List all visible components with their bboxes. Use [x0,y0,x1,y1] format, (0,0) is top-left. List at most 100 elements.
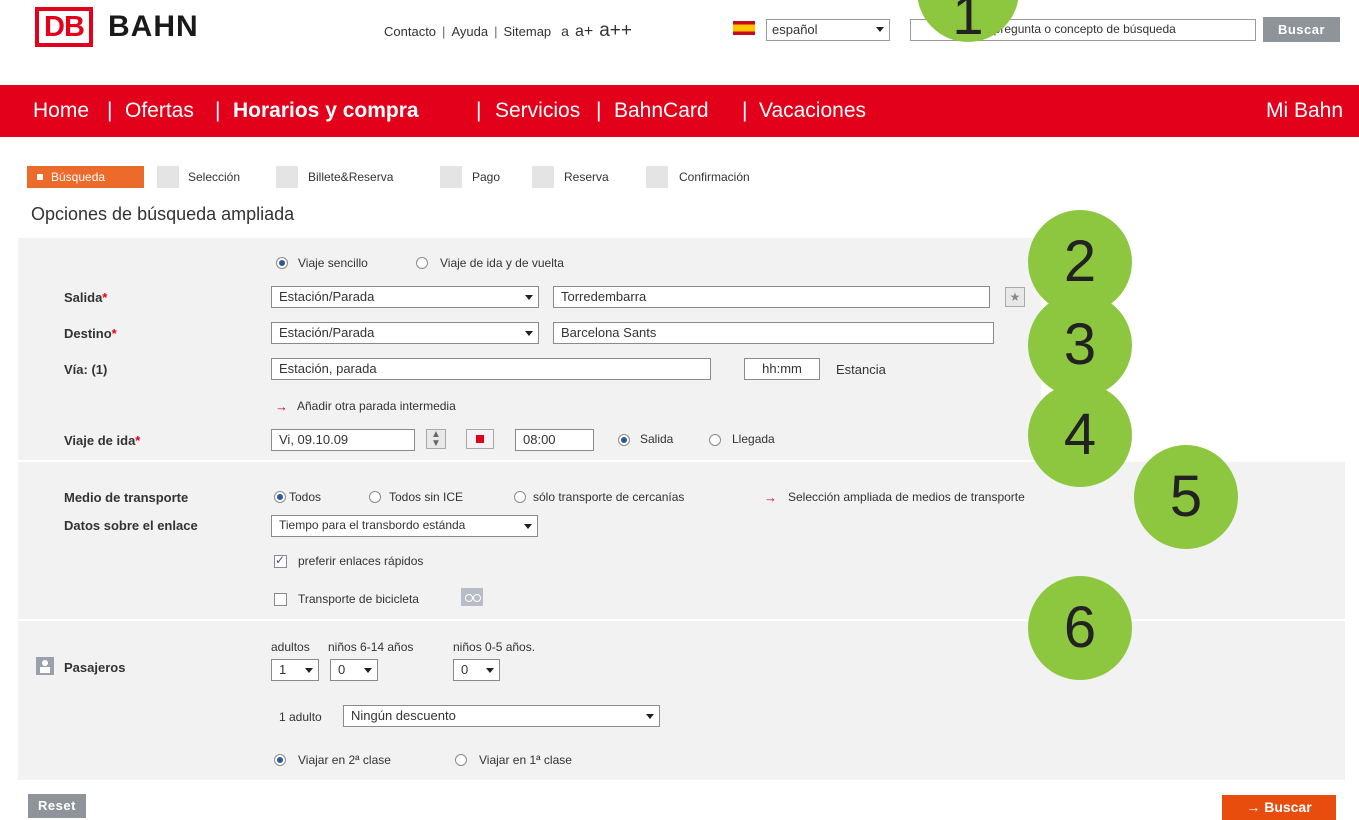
extended-transport-link[interactable]: Selección ampliada de medios de transpor… [788,490,1025,504]
transport-all-label: Todos [289,490,322,504]
round-trip-radio[interactable] [416,257,428,269]
transport-no-ice-label: Todos sin ICE [389,490,464,504]
calendar-icon[interactable] [466,429,494,449]
adult-row-label: 1 adulto [279,710,322,724]
arrow-right-icon: → [764,490,777,505]
via-station-input[interactable]: Estación, parada [271,358,711,380]
sitemap-link[interactable]: Sitemap [503,24,551,39]
nav-vacations[interactable]: Vacaciones [759,99,866,123]
arrival-label: Llegada [732,432,775,446]
passengers-label: Pasajeros [64,660,126,675]
date-input[interactable]: Vi, 09.10.09 [271,429,415,451]
chevron-down-icon [364,668,372,673]
site-search-button[interactable]: Buscar [1263,17,1340,42]
fast-connections-label: preferir enlaces rápidos [298,554,424,568]
step-reservation: Reserva [564,170,609,184]
nav-separator: | [107,99,113,122]
stay-label: Estancia [836,362,886,377]
stay-time-input[interactable]: hh:mm [744,358,820,380]
font-size-small[interactable]: a [561,23,569,39]
step-marker [440,166,462,188]
nav-bahncard[interactable]: BahnCard [614,99,709,123]
transport-all-radio[interactable] [274,491,286,503]
step-payment: Pago [472,170,501,184]
single-trip-radio[interactable] [276,257,288,269]
nav-separator: | [742,99,748,122]
search-button[interactable]: → Buscar [1222,795,1336,820]
adults-select[interactable]: 1 [271,659,319,681]
bahn-logo-text: BAHN [108,10,199,43]
marker-3: 3 [1028,293,1132,397]
font-size-medium[interactable]: a+ [575,23,593,41]
transport-label: Medio de transporte [64,490,189,505]
separator: | [442,24,446,39]
date-stepper-icon[interactable]: ▲ ▼ [426,429,446,449]
spain-flag-icon [733,21,755,35]
chevron-down-icon [524,524,532,529]
help-link[interactable]: Ayuda [451,24,488,39]
step-search: Búsqueda [27,166,144,188]
arrival-radio[interactable] [709,434,721,446]
step-marker [532,166,554,188]
chevron-down-icon [305,668,313,673]
contact-link[interactable]: Contacto [384,24,436,39]
step-marker [646,166,668,188]
step-selection: Selección [188,170,241,184]
chevron-down-icon [876,27,884,32]
chevron-down-icon [525,295,533,300]
from-station-input[interactable]: Torredembarra [553,286,990,308]
nav-home[interactable]: Home [33,99,89,123]
discount-select[interactable]: Ningún descuento [343,705,660,727]
fast-connections-checkbox[interactable] [274,553,287,568]
to-type-select[interactable]: Estación/Parada [271,322,539,344]
language-select[interactable]: español [766,19,890,41]
via-label: Vía: (1) [64,362,108,377]
nav-offers[interactable]: Ofertas [125,99,194,123]
bicycle-icon [461,588,483,606]
transport-local-radio[interactable] [514,491,526,503]
to-station-input[interactable]: Barcelona Sants [553,322,994,344]
connection-label: Datos sobre el enlace [64,518,198,533]
nav-schedules[interactable]: Horarios y compra [233,99,419,123]
chevron-down-icon [525,331,533,336]
main-nav: Home | Ofertas | Horarios y compra | Ser… [0,85,1359,137]
bullet-icon [37,174,43,180]
second-class-radio[interactable] [274,754,286,766]
chevron-down-icon [486,668,494,673]
first-class-label: Viajar en 1ª clase [479,753,572,767]
marker-4: 4 [1028,383,1132,487]
db-logo[interactable]: DB [35,7,93,47]
departure-radio[interactable] [618,434,630,446]
favorite-star-icon[interactable]: ★ [1005,287,1025,307]
first-class-radio[interactable] [455,754,467,766]
from-type-select[interactable]: Estación/Parada [271,286,539,308]
font-size-large[interactable]: a++ [599,20,632,42]
kids-0-5-select[interactable]: 0 [453,659,500,681]
transport-no-ice-radio[interactable] [369,491,381,503]
step-confirmation: Confirmación [679,170,750,184]
bicycle-label: Transporte de bicicleta [298,592,419,606]
nav-separator: | [215,99,221,122]
nav-my-bahn[interactable]: Mi Bahn [1266,99,1343,123]
kids-6-14-select[interactable]: 0 [330,659,378,681]
step-ticket: Billete&Reserva [308,170,394,184]
route-section [18,238,1041,460]
add-stop-link[interactable]: Añadir otra parada intermedia [297,399,456,413]
separator: | [494,24,498,39]
time-input[interactable]: 08:00 [515,429,594,451]
nav-services[interactable]: Servicios [495,99,580,123]
transfer-time-select[interactable]: Tiempo para el transbordo estánda [271,515,538,537]
reset-button[interactable]: Reset [28,794,86,818]
single-trip-label: Viaje sencillo [298,256,368,270]
kids-6-14-header: niños 6-14 años [328,640,414,654]
nav-separator: | [596,99,602,122]
departure-label: Salida [640,432,674,446]
nav-separator: | [476,99,482,122]
adults-header: adultos [271,640,310,654]
bicycle-checkbox[interactable] [274,593,287,606]
step-label: Búsqueda [51,170,106,184]
top-links: Contacto | Ayuda | Sitemap a a+ a++ [384,20,632,42]
second-class-label: Viajar en 2ª clase [298,753,391,767]
step-marker [157,166,179,188]
chevron-down-icon [646,714,654,719]
